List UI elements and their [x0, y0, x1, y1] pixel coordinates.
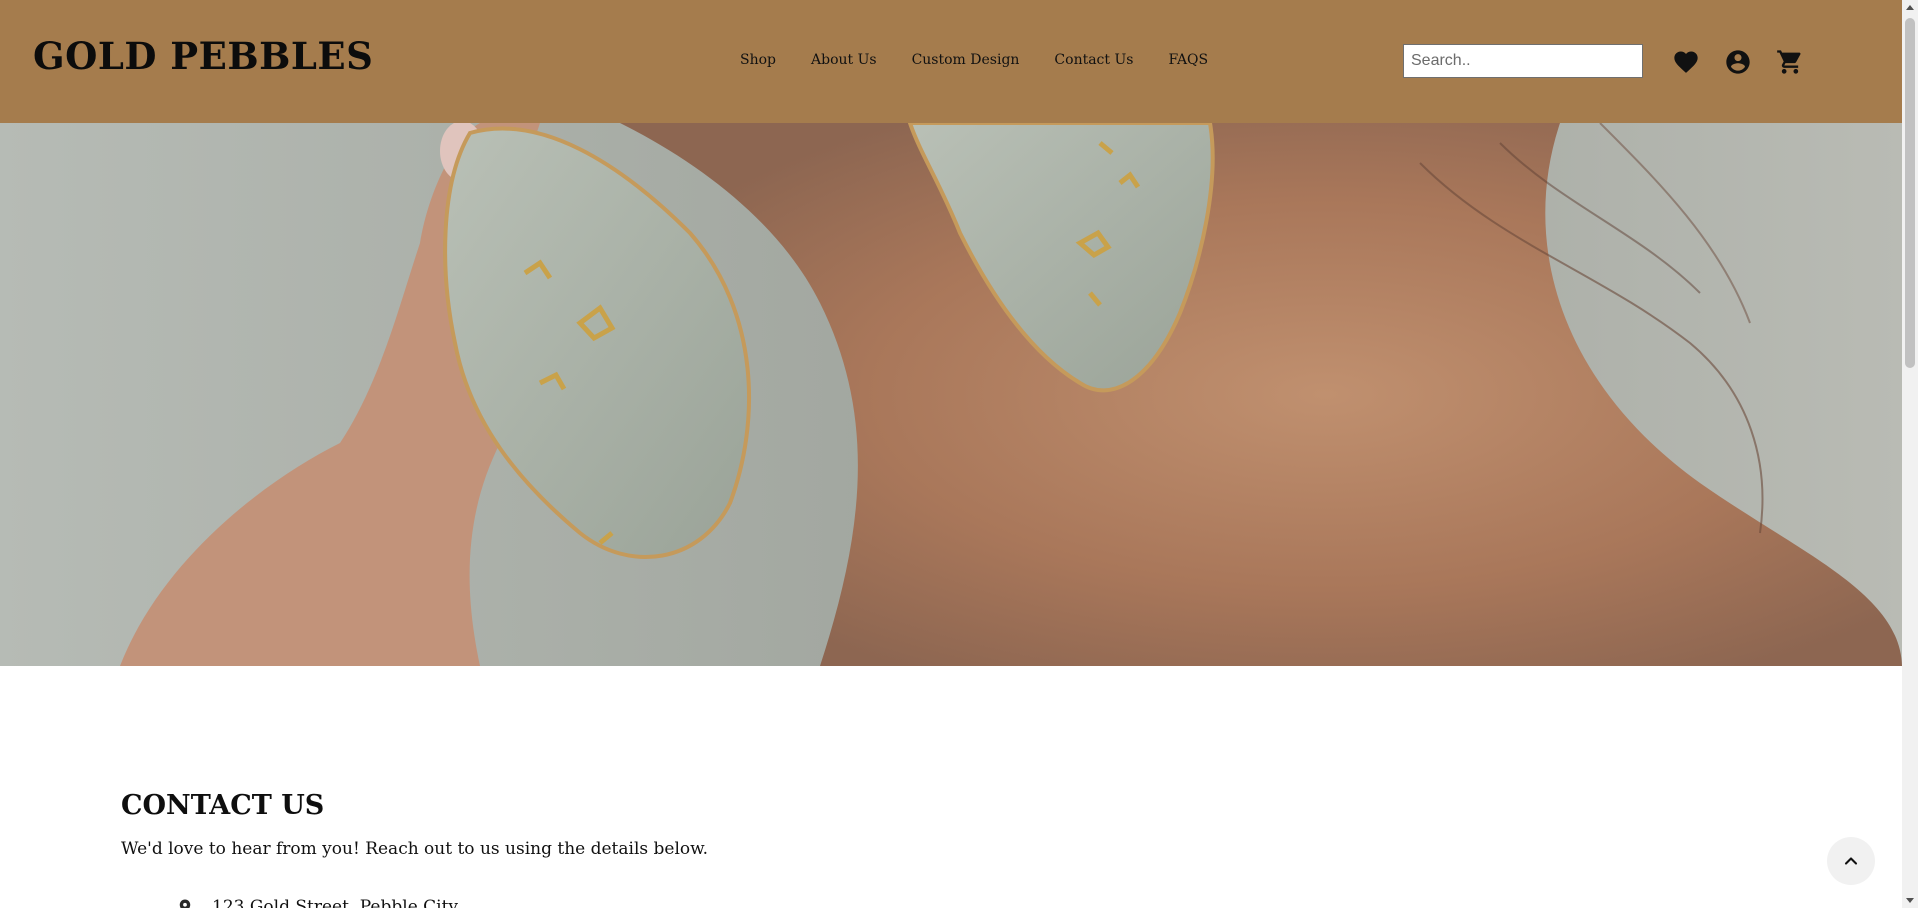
cart-button[interactable]	[1775, 47, 1805, 77]
nav-custom-design[interactable]: Custom Design	[912, 52, 1020, 68]
contact-intro: We'd love to hear from you! Reach out to…	[121, 839, 709, 859]
cart-icon	[1777, 50, 1801, 74]
chevron-up-icon	[1844, 857, 1858, 865]
nav-about-us[interactable]: About Us	[811, 52, 877, 68]
earrings-photo	[0, 123, 1902, 666]
hero-image	[0, 123, 1902, 666]
wishlist-button[interactable]	[1671, 47, 1701, 77]
account-icon	[1726, 50, 1750, 74]
scroll-down-arrow-icon[interactable]	[1905, 895, 1915, 905]
page: GOLD PEBBLES Shop About Us Custom Design…	[0, 0, 1902, 908]
contact-section: CONTACT US We'd love to hear from you! R…	[121, 790, 708, 859]
back-to-top-button[interactable]	[1827, 837, 1875, 885]
scrollbar-thumb[interactable]	[1905, 18, 1915, 368]
contact-title: CONTACT US	[121, 790, 325, 821]
page-scrollbar[interactable]	[1902, 0, 1918, 908]
account-button[interactable]	[1723, 47, 1753, 77]
nav-contact-us[interactable]: Contact Us	[1054, 52, 1133, 68]
search-input[interactable]	[1403, 44, 1643, 78]
location-pin-icon	[179, 899, 191, 908]
heart-icon	[1674, 51, 1698, 73]
main-nav: Shop About Us Custom Design Contact Us F…	[740, 52, 1243, 68]
nav-faqs[interactable]: FAQS	[1168, 52, 1208, 68]
scroll-up-arrow-icon[interactable]	[1905, 3, 1915, 13]
site-header: GOLD PEBBLES Shop About Us Custom Design…	[0, 0, 1902, 123]
brand-logo[interactable]: GOLD PEBBLES	[33, 34, 373, 78]
address-row: 123 Gold Street, Pebble City	[176, 896, 458, 908]
nav-shop[interactable]: Shop	[740, 52, 776, 68]
address-text: 123 Gold Street, Pebble City	[212, 897, 459, 908]
